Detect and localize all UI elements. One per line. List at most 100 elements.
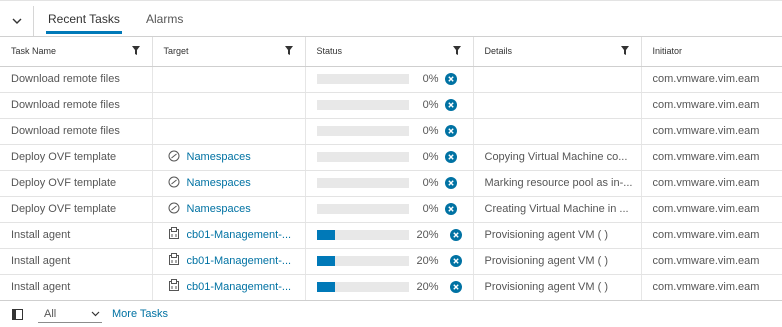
target-cell: cb01-Management-... <box>152 274 306 301</box>
resource-pool-icon <box>168 202 180 217</box>
target-cell <box>152 66 306 93</box>
filter-icon[interactable] <box>620 46 629 55</box>
cancel-task-icon[interactable] <box>444 177 457 189</box>
details-cell: Creating Virtual Machine in ... <box>473 196 642 223</box>
task-filter-value: All <box>44 308 57 320</box>
target-cell: Namespaces <box>152 144 306 171</box>
progress-percent: 20% <box>416 229 439 241</box>
column-header-status[interactable]: Status <box>305 37 474 67</box>
column-header-task-name[interactable]: Task Name <box>0 37 153 67</box>
target-cell: cb01-Management-... <box>152 222 306 249</box>
table-body: Download remote files 0% com.vmware.vim.ea… <box>0 66 782 301</box>
status-cell: 20% <box>305 222 474 249</box>
column-header-target[interactable]: Target <box>152 37 306 67</box>
toggle-panel-icon[interactable] <box>12 309 23 320</box>
target-link[interactable]: cb01-Management-... <box>187 229 292 241</box>
cluster-icon <box>168 227 180 243</box>
cancel-task-icon[interactable] <box>444 99 457 111</box>
target-link[interactable]: Namespaces <box>187 203 251 215</box>
cancel-task-icon[interactable] <box>449 255 462 267</box>
task-name-cell: Deploy OVF template <box>0 196 153 223</box>
details-cell: Provisioning agent VM ( ) <box>473 274 642 301</box>
collapse-panel-button[interactable] <box>0 6 34 36</box>
task-filter-select[interactable]: All <box>38 306 102 323</box>
status-cell: 20% <box>305 274 474 301</box>
panel-top-border <box>0 0 782 4</box>
progress-percent: 0% <box>422 151 439 163</box>
target-cell: cb01-Management-... <box>152 248 306 275</box>
table-row[interactable]: Install agent cb01-Management-... 20% Provi… <box>0 248 782 275</box>
details-cell <box>473 92 642 119</box>
status-cell: 20% <box>305 248 474 275</box>
table-row[interactable]: Install agent cb01-Management-... 20% Provi… <box>0 222 782 249</box>
initiator-cell: com.vmware.vim.eam <box>641 222 782 249</box>
target-link[interactable]: Namespaces <box>187 177 251 189</box>
details-cell: Copying Virtual Machine co... <box>473 144 642 171</box>
table-row[interactable]: Deploy OVF template Namespaces 0% Creating … <box>0 196 782 223</box>
table-row[interactable]: Download remote files 0% com.vmware.vim.ea… <box>0 66 782 93</box>
progress-bar <box>316 256 409 266</box>
initiator-cell: com.vmware.vim.eam <box>641 144 782 171</box>
progress-bar <box>316 152 409 162</box>
more-tasks-link[interactable]: More Tasks <box>112 308 168 320</box>
progress-bar <box>316 178 409 188</box>
initiator-cell: com.vmware.vim.eam <box>641 118 782 145</box>
target-link[interactable]: Namespaces <box>187 151 251 163</box>
filter-icon[interactable] <box>284 46 293 55</box>
task-name-cell: Download remote files <box>0 92 153 119</box>
tasks-tab-bar: Recent Tasks Alarms <box>0 0 782 37</box>
cancel-task-icon[interactable] <box>444 125 457 137</box>
task-name-cell: Install agent <box>0 274 153 301</box>
status-cell: 0% <box>305 66 474 93</box>
task-name-cell: Download remote files <box>0 66 153 93</box>
chevron-down-icon <box>12 18 21 24</box>
progress-bar <box>316 230 409 240</box>
details-cell: Provisioning agent VM ( ) <box>473 222 642 249</box>
column-header-initiator[interactable]: Initiator <box>641 37 782 67</box>
initiator-cell: com.vmware.vim.eam <box>641 170 782 197</box>
status-cell: 0% <box>305 196 474 223</box>
status-cell: 0% <box>305 118 474 145</box>
table-row[interactable]: Deploy OVF template Namespaces 0% Copying V… <box>0 144 782 171</box>
table-row[interactable]: Install agent cb01-Management-... 20% Provi… <box>0 274 782 301</box>
progress-fill <box>316 230 335 240</box>
cancel-task-icon[interactable] <box>444 73 457 85</box>
status-cell: 0% <box>305 144 474 171</box>
chevron-down-icon <box>91 311 100 317</box>
task-name-cell: Install agent <box>0 248 153 275</box>
cancel-task-icon[interactable] <box>444 203 457 215</box>
filter-icon[interactable] <box>131 46 140 55</box>
tab-recent-tasks[interactable]: Recent Tasks <box>46 12 122 34</box>
progress-percent: 20% <box>416 281 439 293</box>
progress-bar <box>316 74 409 84</box>
task-name-cell: Deploy OVF template <box>0 170 153 197</box>
recent-tasks-table: Task Name Target Status Details Initiato… <box>0 37 782 301</box>
target-cell <box>152 92 306 119</box>
initiator-cell: com.vmware.vim.eam <box>641 92 782 119</box>
progress-percent: 0% <box>422 177 439 189</box>
cancel-task-icon[interactable] <box>449 281 462 293</box>
initiator-cell: com.vmware.vim.eam <box>641 274 782 301</box>
table-header-row: Task Name Target Status Details Initiato… <box>0 37 782 67</box>
target-link[interactable]: cb01-Management-... <box>187 255 292 267</box>
details-cell <box>473 66 642 93</box>
table-row[interactable]: Deploy OVF template Namespaces 0% Marking r… <box>0 170 782 197</box>
resource-pool-icon <box>168 176 180 191</box>
task-name-cell: Deploy OVF template <box>0 144 153 171</box>
table-row[interactable]: Download remote files 0% com.vmware.vim.ea… <box>0 118 782 145</box>
target-link[interactable]: cb01-Management-... <box>187 281 292 293</box>
filter-icon[interactable] <box>452 46 461 55</box>
tab-alarms[interactable]: Alarms <box>146 12 183 32</box>
progress-bar <box>316 126 409 136</box>
progress-percent: 0% <box>422 73 439 85</box>
progress-bar <box>316 100 409 110</box>
column-header-details[interactable]: Details <box>473 37 642 67</box>
target-cell: Namespaces <box>152 170 306 197</box>
progress-fill <box>316 282 335 292</box>
table-row[interactable]: Download remote files 0% com.vmware.vim.ea… <box>0 92 782 119</box>
target-cell <box>152 118 306 145</box>
cancel-task-icon[interactable] <box>444 151 457 163</box>
cancel-task-icon[interactable] <box>449 229 462 241</box>
initiator-cell: com.vmware.vim.eam <box>641 248 782 275</box>
target-cell: Namespaces <box>152 196 306 223</box>
